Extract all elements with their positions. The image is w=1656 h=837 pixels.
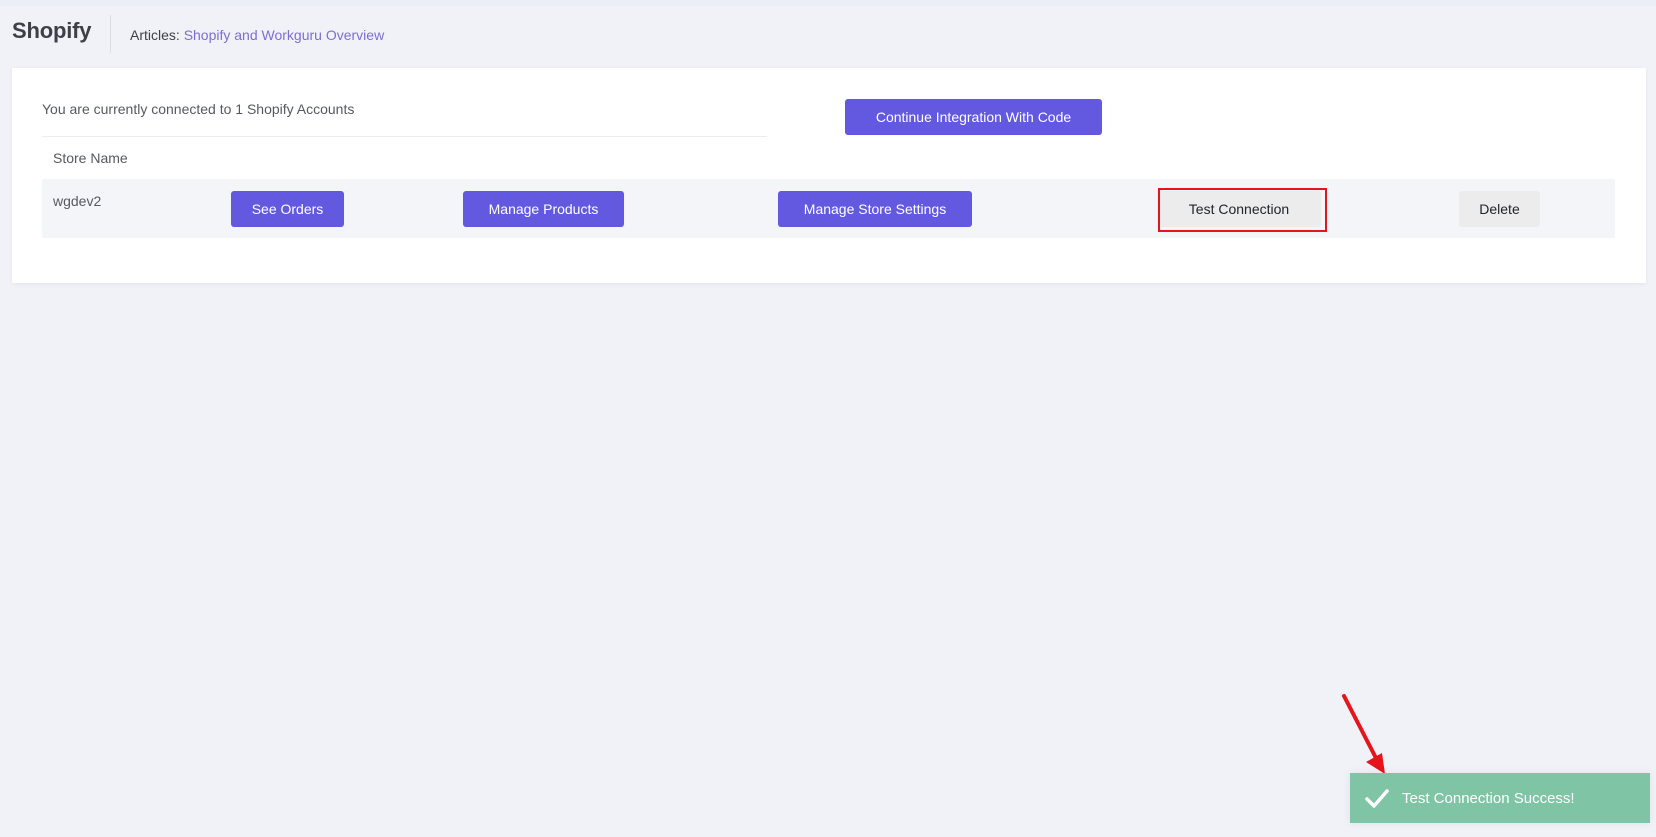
toast-message: Test Connection Success!: [1402, 789, 1575, 807]
manage-products-button[interactable]: Manage Products: [463, 191, 624, 227]
manage-store-settings-button[interactable]: Manage Store Settings: [778, 191, 972, 227]
breadcrumb: Articles: Shopify and Workguru Overview: [130, 27, 384, 43]
store-name-cell: wgdev2: [53, 193, 102, 209]
see-orders-button[interactable]: See Orders: [231, 191, 344, 227]
check-icon: [1364, 787, 1390, 809]
divider: [42, 136, 767, 137]
table-row: wgdev2 See Orders Manage Products Manage…: [42, 179, 1615, 238]
shopify-accounts-card: You are currently connected to 1 Shopify…: [12, 68, 1646, 283]
page-title: Shopify: [12, 18, 92, 43]
annotation-arrow-icon: [1342, 694, 1385, 774]
column-header-store-name: Store Name: [53, 150, 128, 166]
header-divider: [110, 15, 111, 53]
articles-link[interactable]: Shopify and Workguru Overview: [184, 27, 385, 43]
top-bar: [0, 0, 1656, 6]
delete-button[interactable]: Delete: [1459, 191, 1540, 227]
connected-accounts-text: You are currently connected to 1 Shopify…: [42, 101, 355, 117]
articles-label: Articles:: [130, 27, 180, 43]
success-toast: Test Connection Success!: [1350, 773, 1650, 823]
continue-integration-button[interactable]: Continue Integration With Code: [845, 99, 1102, 135]
test-connection-button[interactable]: Test Connection: [1157, 191, 1321, 227]
